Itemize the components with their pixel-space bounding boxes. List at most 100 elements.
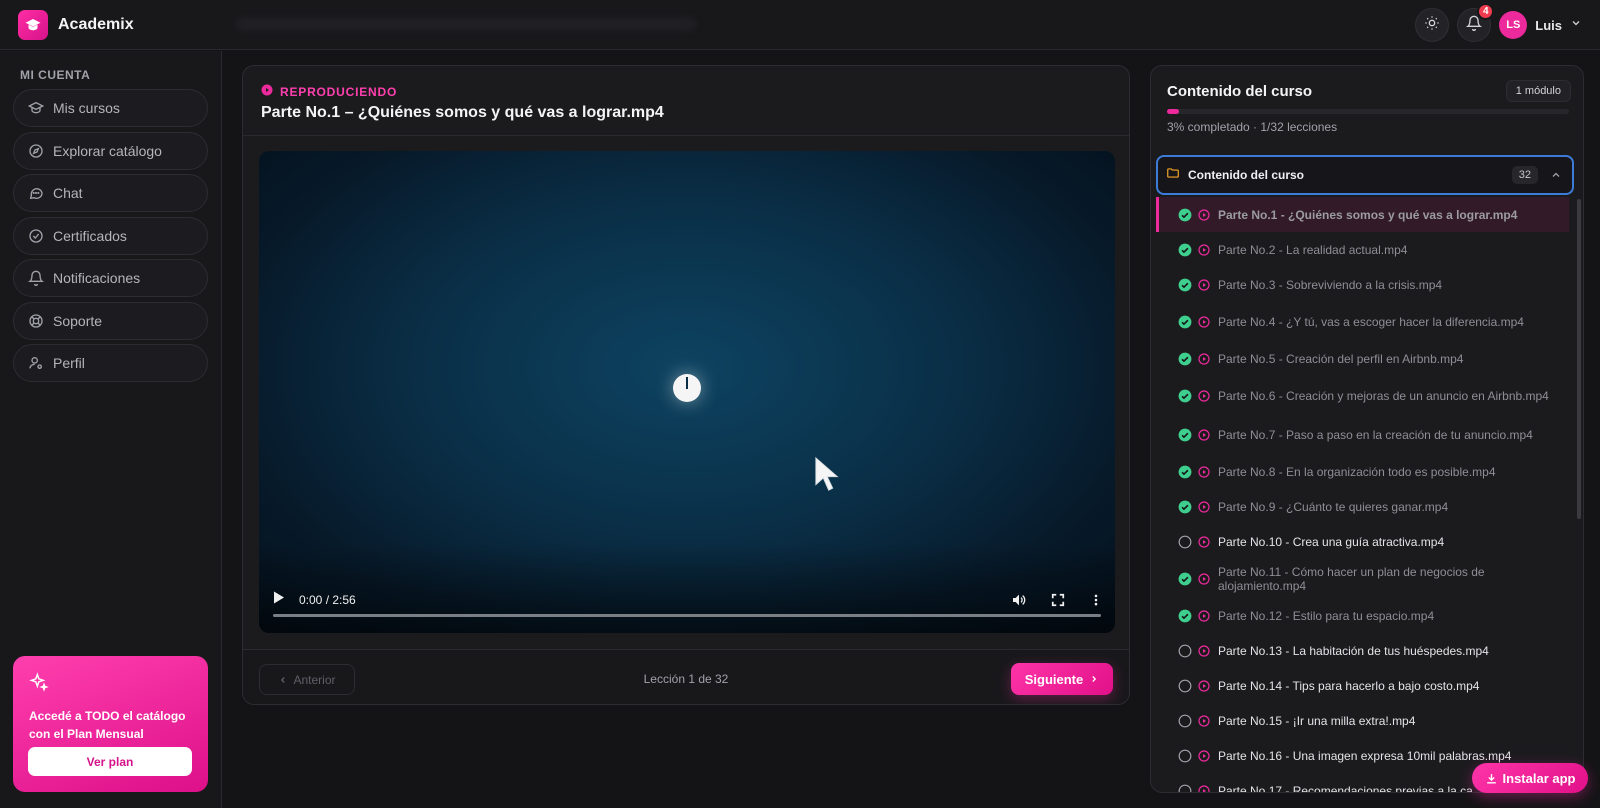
lesson-item-title: Parte No.12 - Estilo para tu espacio.mp4: [1218, 608, 1435, 623]
sidebar-item-label: Explorar catálogo: [53, 142, 162, 159]
blurred-header-content: [236, 17, 696, 31]
section-header[interactable]: Contenido del curso 32: [1156, 155, 1574, 195]
check-circle-icon: [1178, 352, 1192, 366]
lesson-item[interactable]: Parte No.5 - Creación del perfil en Airb…: [1156, 341, 1569, 376]
top-bar: Academix 4 LS Luis: [0, 0, 1600, 50]
empty-circle-icon: [1178, 679, 1192, 693]
chevron-right-icon: [1089, 674, 1099, 684]
play-circle-icon: [1198, 714, 1210, 727]
sidebar-item-notificaciones[interactable]: Notificaciones: [13, 259, 208, 297]
lesson-item[interactable]: Parte No.8 - En la organización todo es …: [1156, 454, 1569, 489]
course-progress-fill: [1167, 109, 1180, 114]
module-count-badge: 1 módulo: [1505, 80, 1571, 102]
download-icon: [1485, 772, 1498, 785]
play-circle-icon: [1198, 749, 1210, 762]
now-playing-label: REPRODUCIENDO: [261, 84, 397, 99]
lesson-list-scrollbar[interactable]: [1577, 199, 1581, 519]
badge-check-icon: [28, 228, 44, 244]
lesson-item[interactable]: Parte No.15 - ¡Ir una milla extra!.mp4: [1156, 703, 1569, 738]
lesson-item[interactable]: Parte No.2 - La realidad actual.mp4: [1156, 232, 1569, 267]
check-circle-icon: [1178, 243, 1192, 257]
lesson-item-title: Parte No.4 - ¿Y tú, vas a escoger hacer …: [1218, 314, 1524, 329]
sidebar-item-explorar-catalogo[interactable]: Explorar catálogo: [13, 131, 208, 170]
play-circle-icon: [1198, 208, 1210, 221]
sidebar-item-label: Notificaciones: [53, 270, 141, 286]
play-circle-icon: [1198, 389, 1210, 402]
check-circle-icon: [1178, 572, 1192, 586]
course-content-panel: Contenido del curso 1 módulo 3% completa…: [1150, 65, 1584, 793]
graduation-cap-logo-icon: [18, 9, 48, 40]
lesson-item[interactable]: Parte No.4 - ¿Y tú, vas a escoger hacer …: [1156, 302, 1569, 341]
next-label: Siguiente: [1024, 671, 1084, 687]
lesson-item[interactable]: Parte No.13 - La habitación de tus huésp…: [1156, 633, 1569, 668]
now-playing-text: REPRODUCIENDO: [280, 84, 398, 99]
lesson-item[interactable]: Parte No.6 - Creación y mejoras de un an…: [1156, 376, 1569, 415]
lesson-item-title: Parte No.13 - La habitación de tus huésp…: [1218, 643, 1489, 658]
check-circle-icon: [1178, 278, 1192, 292]
play-icon[interactable]: [273, 591, 285, 609]
fullscreen-icon[interactable]: [1051, 593, 1065, 607]
play-circle-icon: [1198, 465, 1210, 478]
lesson-item-title: Parte No.16 - Una imagen expresa 10mil p…: [1218, 748, 1512, 763]
lesson-item[interactable]: Parte No.9 - ¿Cuánto te quieres ganar.mp…: [1156, 489, 1569, 524]
lesson-counter: Lección 1 de 32: [643, 672, 729, 686]
play-circle-icon: [1198, 784, 1210, 792]
chat-bubble-icon: [28, 185, 44, 201]
user-avatar[interactable]: LS: [1499, 11, 1528, 39]
lesson-item[interactable]: Parte No.12 - Estilo para tu espacio.mp4: [1156, 598, 1569, 633]
lesson-item-title: Parte No.6 - Creación y mejoras de un an…: [1218, 388, 1549, 403]
video-progress-bar[interactable]: [273, 614, 1101, 617]
more-options-icon[interactable]: [1089, 593, 1103, 607]
play-circle-icon: [1198, 500, 1210, 513]
lesson-item-title: Parte No.7 - Paso a paso en la creación …: [1218, 427, 1533, 442]
volume-icon[interactable]: [1011, 592, 1027, 608]
chevron-up-icon[interactable]: [1550, 169, 1562, 181]
lesson-item[interactable]: Parte No.10 - Crea una guía atractiva.mp…: [1156, 524, 1569, 559]
check-circle-icon: [1178, 465, 1192, 479]
lesson-item-title: Parte No.15 - ¡Ir una milla extra!.mp4: [1218, 713, 1416, 728]
brand[interactable]: Academix: [18, 9, 134, 40]
check-circle-icon: [1178, 315, 1192, 329]
theme-toggle-button[interactable]: [1415, 8, 1450, 42]
empty-circle-icon: [1178, 749, 1192, 763]
sidebar-item-label: Perfil: [53, 355, 85, 371]
lifebuoy-icon: [28, 313, 44, 329]
user-name[interactable]: Luis: [1535, 18, 1562, 33]
sidebar-item-mis-cursos[interactable]: Mis cursos: [13, 89, 208, 127]
play-circle-icon: [1198, 679, 1210, 692]
lesson-item[interactable]: Parte No.3 - Sobreviviendo a la crisis.m…: [1156, 267, 1569, 302]
sidebar: MI CUENTA Mis cursos Explorar catálogo C…: [0, 51, 222, 808]
lesson-list: Parte No.1 - ¿Quiénes somos y qué vas a …: [1156, 197, 1569, 792]
plan-promo-card: Accedé a TODO el catálogo con el Plan Me…: [13, 656, 208, 792]
graduation-cap-icon: [28, 100, 44, 116]
player-card: REPRODUCIENDO Parte No.1 – ¿Quiénes somo…: [242, 65, 1130, 705]
notifications-button[interactable]: 4: [1457, 3, 1495, 42]
compass-icon: [28, 143, 44, 159]
video-controls: 0:00 / 2:56: [259, 585, 1115, 615]
video-player[interactable]: 0:00 / 2:56: [259, 151, 1115, 633]
sidebar-item-soporte[interactable]: Soporte: [13, 301, 208, 340]
lesson-item[interactable]: Parte No.14 - Tips para hacerlo a bajo c…: [1156, 668, 1569, 703]
check-circle-icon: [1178, 389, 1192, 403]
lesson-title: Parte No.1 – ¿Quiénes somos y qué vas a …: [261, 104, 664, 121]
sidebar-item-perfil[interactable]: Perfil: [13, 344, 208, 382]
view-plan-button[interactable]: Ver plan: [28, 747, 192, 776]
play-circle-icon: [1198, 278, 1210, 291]
sidebar-item-label: Chat: [53, 185, 83, 201]
notification-count-badge: 4: [1477, 3, 1495, 20]
sidebar-item-chat[interactable]: Chat: [13, 174, 208, 212]
install-app-label: Instalar app: [1502, 770, 1576, 786]
next-lesson-button[interactable]: Siguiente: [1011, 663, 1113, 695]
sidebar-nav: Mis cursos Explorar catálogo Chat Certif…: [13, 89, 208, 387]
chevron-down-icon[interactable]: [1570, 16, 1582, 34]
install-app-button[interactable]: Instalar app: [1472, 763, 1588, 793]
lesson-item[interactable]: Parte No.1 - ¿Quiénes somos y qué vas a …: [1156, 197, 1569, 232]
lesson-item[interactable]: Parte No.7 - Paso a paso en la creación …: [1156, 415, 1569, 454]
empty-circle-icon: [1178, 714, 1192, 728]
user-gear-icon: [28, 355, 44, 371]
play-circle-icon: [1198, 352, 1210, 365]
lesson-item-title: Parte No.5 - Creación del perfil en Airb…: [1218, 351, 1464, 366]
sidebar-item-certificados[interactable]: Certificados: [13, 216, 208, 255]
sidebar-item-label: Certificados: [53, 227, 127, 244]
lesson-item[interactable]: Parte No.11 - Cómo hacer un plan de nego…: [1156, 559, 1569, 598]
